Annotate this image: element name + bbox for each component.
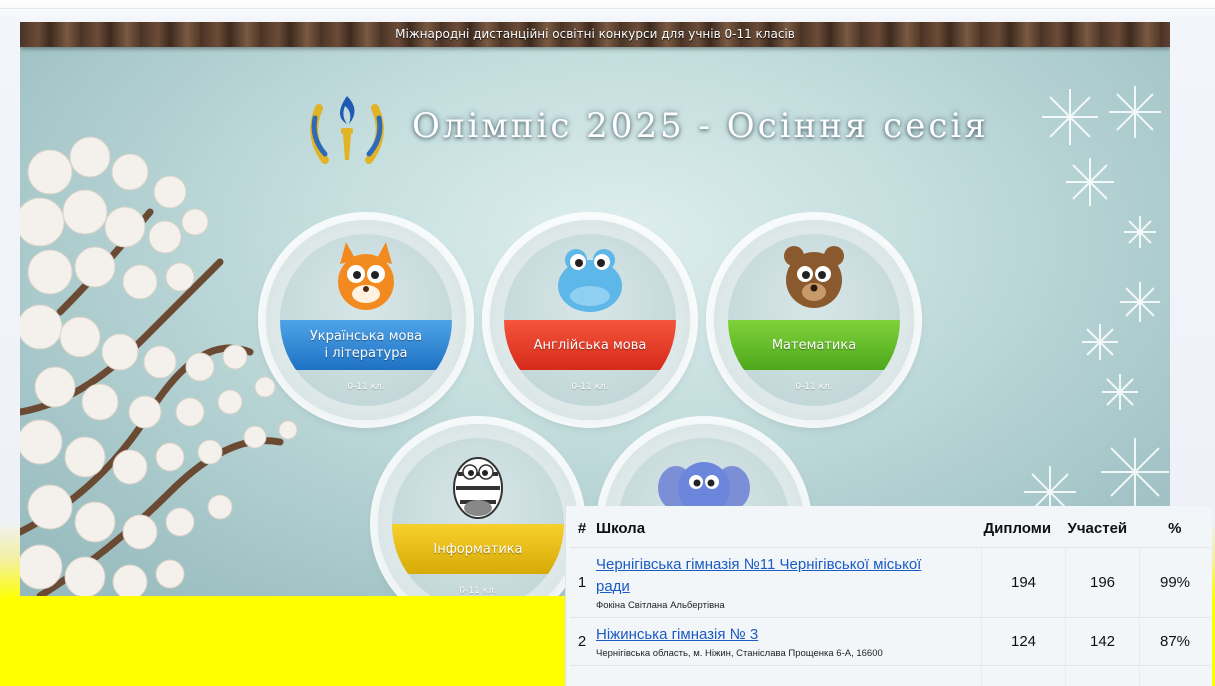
row-percent — [1139, 665, 1210, 686]
school-link[interactable]: Ніжинська гімназія № 3 — [596, 626, 758, 643]
table-header-row: # Школа Дипломи Участей % — [570, 506, 1210, 548]
olympic-torch-logo-icon — [310, 96, 384, 164]
header-percent: % — [1168, 520, 1182, 537]
school-ranking-panel: # Школа Дипломи Участей % 1 Чернігівська… — [565, 506, 1212, 686]
row-participants — [1065, 665, 1140, 686]
school-link[interactable]: Чернігівська гімназія №11 Чернігівської … — [596, 556, 921, 595]
top-wood-bar: Міжнародні дистанційні освітні конкурси … — [20, 22, 1170, 47]
yellow-highlight-strip — [10, 596, 565, 686]
hippo-mascot-icon — [558, 249, 622, 312]
table-row: 2 Ніжинська гімназія № 3 Чернігівська об… — [570, 617, 1210, 666]
school-ranking-table: # Школа Дипломи Участей % 1 Чернігівська… — [570, 506, 1210, 686]
header-diplomas: Дипломи — [983, 520, 1052, 537]
snowy-tree-illustration — [20, 136, 298, 596]
row-participants: 142 — [1065, 617, 1140, 666]
subject-label-line1: Українська мова — [309, 329, 423, 344]
row-num: 1 — [570, 547, 594, 618]
subject-math[interactable]: Математика 0-11 кл. — [714, 220, 914, 420]
row-diplomas: 194 — [981, 547, 1066, 618]
subject-label-line1: Англійська мова — [533, 337, 647, 353]
row-percent: 87% — [1139, 617, 1210, 666]
table-row — [570, 665, 1210, 686]
subject-informatics[interactable]: Інформатика 0-11 кл. — [378, 424, 578, 596]
subject-label: Інформатика — [392, 524, 564, 574]
row-diplomas: 124 — [981, 617, 1066, 666]
subject-label-line2: і література — [324, 346, 408, 361]
banner-top-text: Міжнародні дистанційні освітні конкурси … — [395, 27, 795, 41]
row-school-cell — [594, 665, 982, 686]
row-num: 2 — [570, 617, 594, 666]
row-participants: 196 — [1065, 547, 1140, 618]
subject-grades: 0-11 кл. — [347, 382, 385, 392]
school-subtitle: Фокіна Світлана Альбертівна — [596, 600, 725, 611]
subject-label: Англійська мова — [504, 320, 676, 370]
school-subtitle: Чернігівська область, м. Ніжин, Станісла… — [596, 648, 883, 659]
subject-english[interactable]: Англійська мова 0-11 кл. — [490, 220, 690, 420]
school-link-line1: Чернігівська гімназія №11 Чернігівської … — [596, 556, 922, 573]
zebra-mascot-icon — [453, 457, 503, 519]
row-school-cell: Чернігівська гімназія №11 Чернігівської … — [594, 547, 982, 618]
header-num: # — [577, 520, 587, 537]
subject-circle-inner: Українська мова і література 0-11 кл. — [280, 234, 452, 406]
subject-ukrainian[interactable]: Українська мова і література 0-11 кл. — [266, 220, 466, 420]
subject-circle-inner: Інформатика 0-11 кл. — [392, 438, 564, 596]
subject-circle-inner: Англійська мова 0-11 кл. — [504, 234, 676, 406]
subject-circle-inner: Математика 0-11 кл. — [728, 234, 900, 406]
row-percent: 99% — [1139, 547, 1210, 618]
snowflake-icon — [1024, 86, 1169, 518]
table-row: 1 Чернігівська гімназія №11 Чернігівсько… — [570, 547, 1210, 618]
top-divider — [0, 8, 1215, 9]
subject-label-line1: Інформатика — [433, 541, 523, 557]
row-diplomas — [981, 665, 1066, 686]
subject-grades: 0-11 кл. — [571, 382, 609, 392]
subject-grades: 0-11 кл. — [795, 382, 833, 392]
header-participants: Участей — [1067, 520, 1128, 537]
site-title: Олімпіс 2025 - Осіння сесія — [412, 106, 989, 146]
subject-grades: 0-11 кл. — [459, 586, 497, 596]
school-link-line2: ради — [596, 578, 630, 595]
header-school: Школа — [596, 520, 646, 537]
subject-label: Математика — [728, 320, 900, 370]
row-school-cell: Ніжинська гімназія № 3 Чернігівська обла… — [594, 617, 982, 666]
fox-mascot-icon — [338, 242, 394, 310]
subject-label: Українська мова і література — [280, 320, 452, 370]
row-num — [570, 665, 594, 686]
subject-label-line1: Математика — [771, 337, 857, 353]
bear-mascot-icon — [784, 246, 844, 308]
